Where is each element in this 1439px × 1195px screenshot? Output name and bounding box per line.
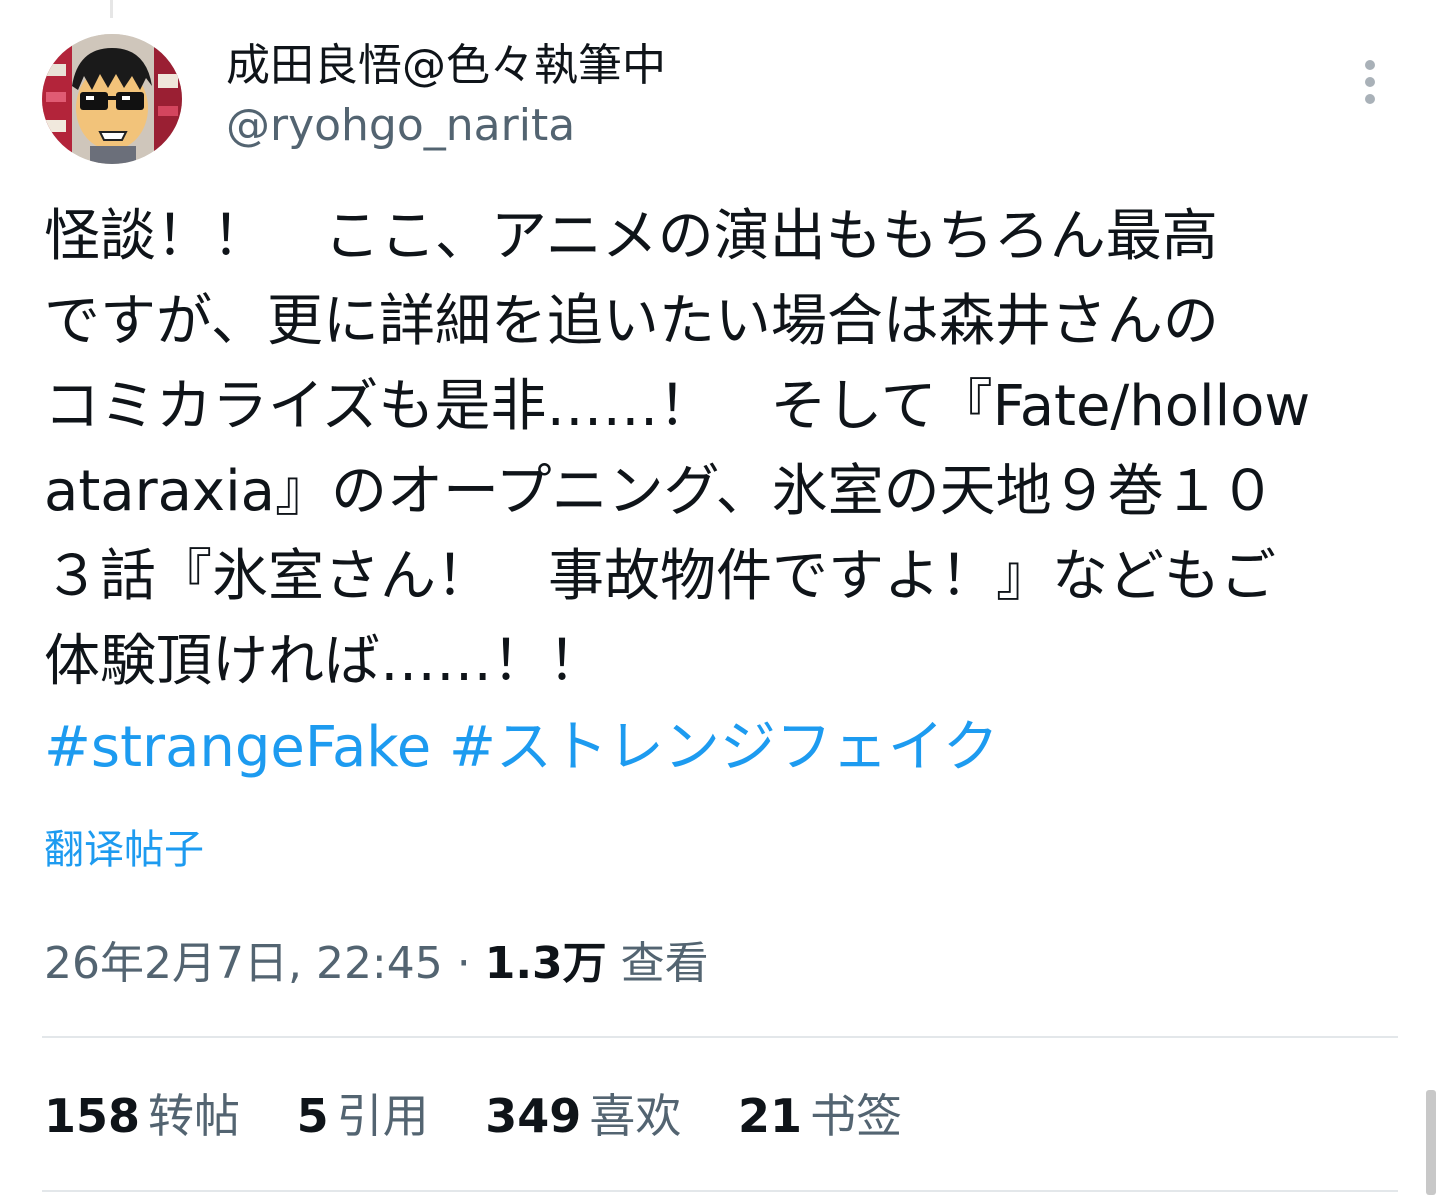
hashtags: #strangeFake #ストレンジフェイク — [44, 708, 999, 788]
avatar-image — [42, 34, 182, 164]
quotes-label: 引用 — [336, 1089, 429, 1143]
tweet-meta: 26年2月7日, 22:45 · 1.3万 查看 — [44, 934, 709, 994]
avatar[interactable] — [42, 34, 182, 164]
reposts-label: 转帖 — [148, 1089, 241, 1143]
views-count: 1.3万 — [484, 938, 607, 989]
quotes-count: 5 — [296, 1089, 329, 1143]
tweet-text-line: コミカライズも是非……！ そして『Fate/hollow — [44, 374, 1311, 439]
bookmarks-count: 21 — [737, 1089, 802, 1143]
timestamp[interactable]: 26年2月7日, 22:45 — [44, 938, 443, 989]
tweet-text-line: ataraxia』のオープニング、氷室の天地９巻１０ — [44, 459, 1276, 524]
tweet-text-line: 怪談！！ ここ、アニメの演出ももちろん最高 — [44, 204, 1218, 269]
more-icon — [1365, 94, 1375, 104]
quotes-stat[interactable]: 5 引用 — [297, 1086, 429, 1146]
scrollbar[interactable] — [1426, 1090, 1436, 1195]
more-options-button[interactable] — [1352, 54, 1388, 110]
reposts-stat[interactable]: 158 转帖 — [44, 1086, 240, 1146]
hashtag-link[interactable]: #strangeFake — [44, 715, 431, 780]
author-handle[interactable]: @ryohgo_narita — [226, 98, 575, 154]
divider — [42, 1190, 1398, 1192]
engagement-stats: 158 转帖 5 引用 349 喜欢 21 书签 — [44, 1086, 944, 1146]
thread-line — [110, 0, 113, 18]
hashtag-link[interactable]: #ストレンジフェイク — [449, 715, 999, 780]
likes-stat[interactable]: 349 喜欢 — [485, 1086, 681, 1146]
likes-label: 喜欢 — [589, 1089, 682, 1143]
bookmarks-label: 书签 — [809, 1089, 902, 1143]
tweet-text-line: ３話『氷室さん！ 事故物件ですよ！』などもご — [44, 544, 1276, 609]
translate-post-link[interactable]: 翻译帖子 — [44, 822, 204, 878]
tweet-text-line: 体験頂ければ……！！ — [44, 629, 604, 694]
more-icon — [1365, 60, 1375, 70]
more-icon — [1365, 77, 1375, 87]
tweet-text-line: ですが、更に詳細を追いたい場合は森井さんの — [44, 289, 1219, 354]
divider — [42, 1036, 1398, 1038]
views-label: 查看 — [620, 938, 709, 989]
tweet-text: 怪談！！ ここ、アニメの演出ももちろん最高 ですが、更に詳細を追いたい場合は森井… — [44, 194, 1404, 704]
bookmarks-stat[interactable]: 21 书签 — [738, 1086, 902, 1146]
likes-count: 349 — [485, 1089, 582, 1143]
reposts-count: 158 — [44, 1089, 141, 1143]
meta-separator: · — [442, 938, 485, 989]
author-display-name[interactable]: 成田良悟@色々執筆中 — [226, 38, 666, 94]
